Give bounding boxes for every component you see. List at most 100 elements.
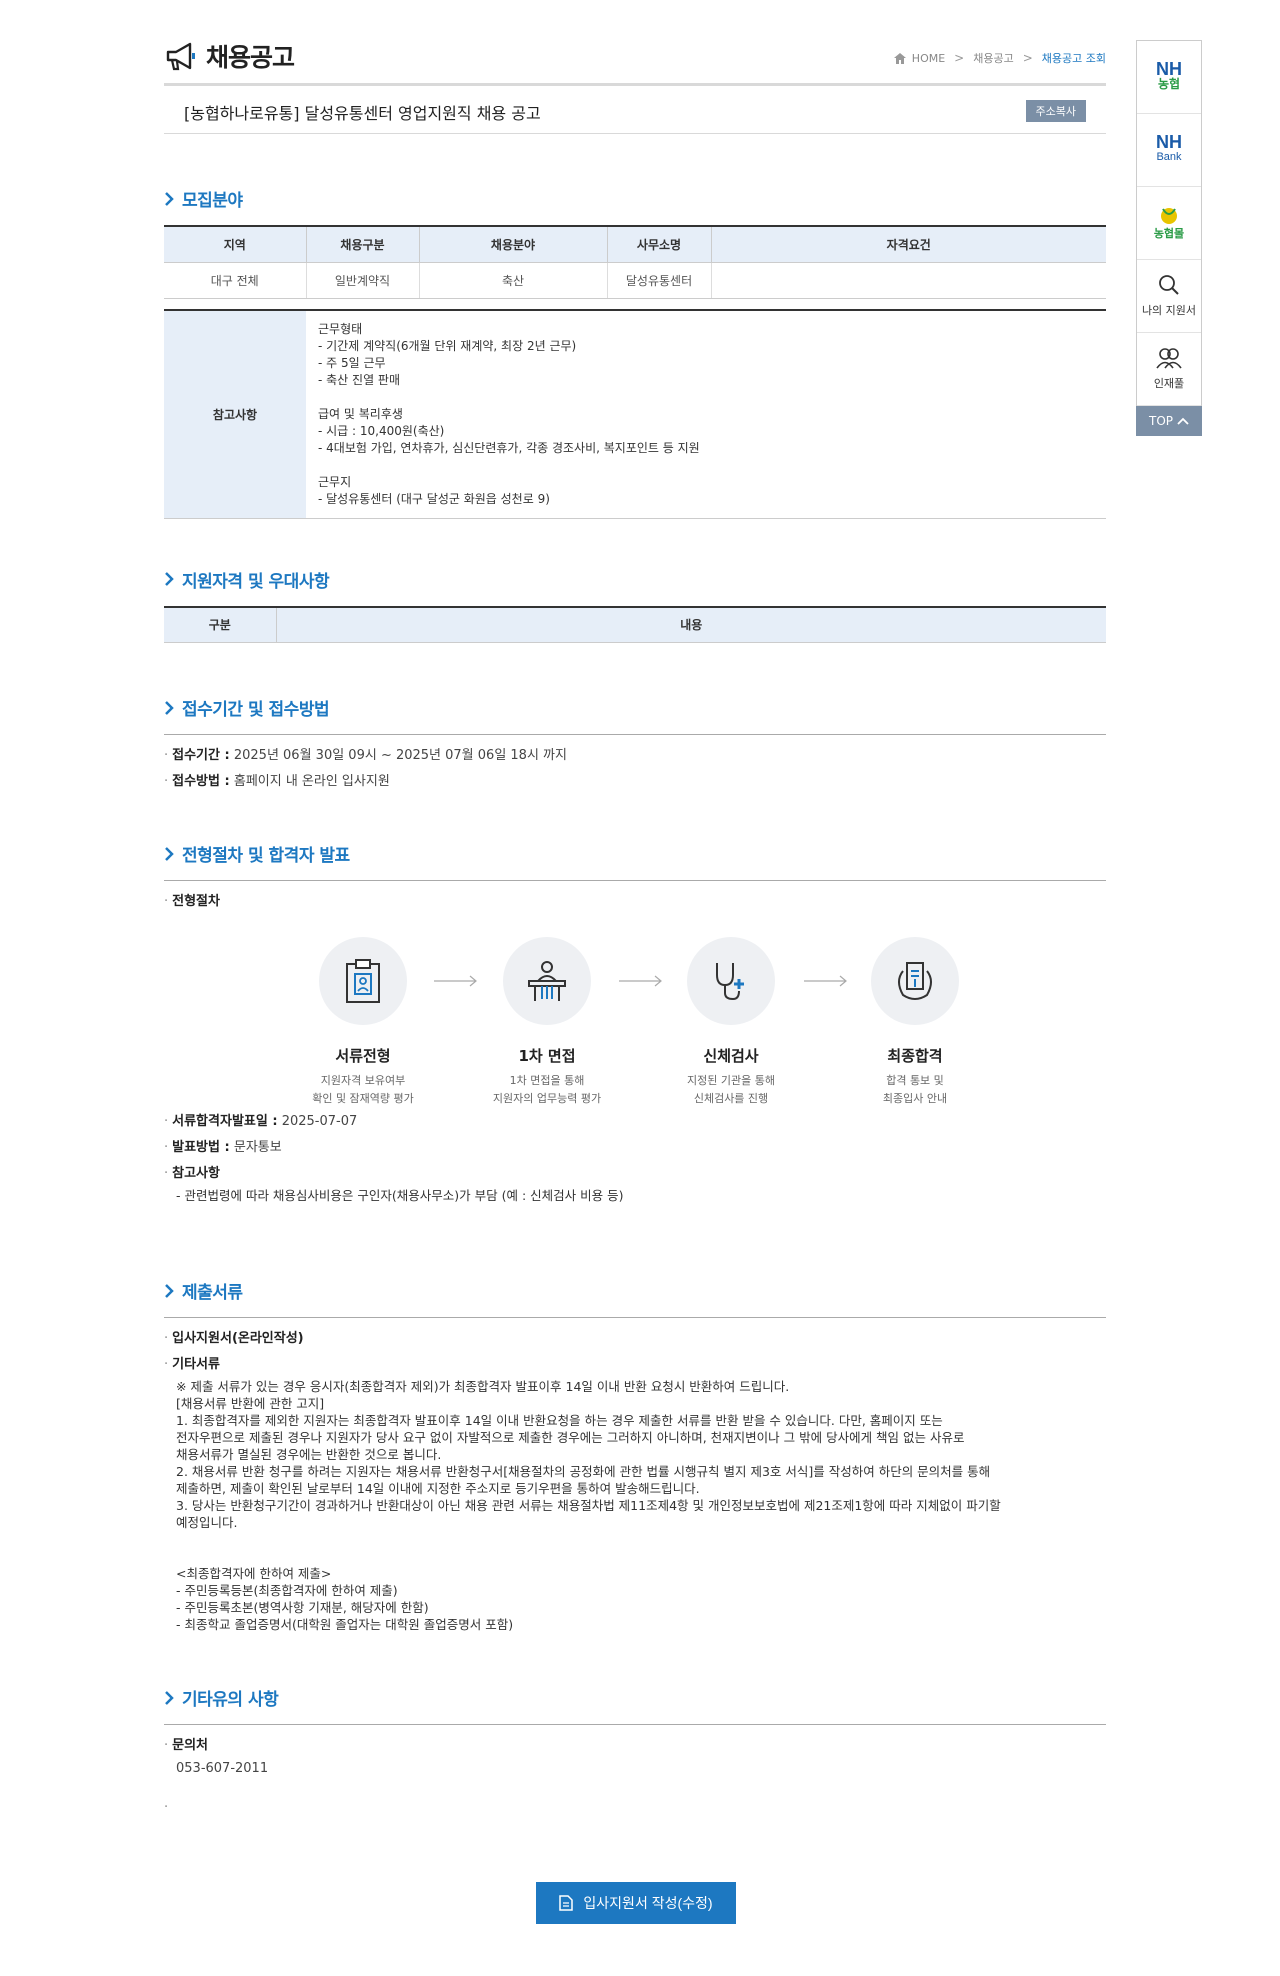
nh-logo-top: NH	[1156, 59, 1182, 79]
quick-talent-pool[interactable]: 인재풀	[1137, 333, 1201, 406]
method-value: 홈페이지 내 온라인 입사지원	[233, 774, 390, 789]
reference-table: 참고사항 근무형태 - 기간제 계약직(6개월 단위 재계약, 최장 2년 근무…	[164, 308, 1106, 519]
main-container: 채용공고 HOME > 채용공고 > 채용공고 조회 [농협하나로유통] 달성유…	[164, 0, 1106, 1821]
page-title: 채용공고	[206, 43, 295, 72]
scroll-top-button[interactable]: TOP	[1136, 406, 1202, 436]
step-name: 1차 면접	[518, 1047, 576, 1065]
divider	[164, 880, 1106, 881]
etc-section: 기타유의 사항 · 문의처 053-607-2011 ·	[164, 1685, 1106, 1821]
section-title-process: 전형절차 및 합격자 발표	[164, 841, 1106, 866]
chevron-right-icon	[165, 1690, 174, 1705]
document-edit-icon	[559, 1895, 574, 1911]
documents-section: 제출서류 · 입사지원서(온라인작성) · 기타서류 ※ 제출 서류가 있는 경우 …	[164, 1278, 1106, 1633]
section-title-recruit: 모집분야	[164, 186, 1106, 211]
step-circle	[503, 937, 591, 1025]
breadcrumb-current[interactable]: 채용공고 조회	[1042, 50, 1106, 66]
step-name: 신체검사	[703, 1047, 759, 1065]
nh-bank-top: NH	[1156, 132, 1182, 152]
notice-title-row: [농협하나로유통] 달성유통센터 영업지원직 채용 공고 주소복사	[164, 86, 1106, 134]
page-title-wrap: 채용공고	[164, 38, 295, 74]
contact-value: 053-607-2011	[176, 1761, 269, 1776]
clipboard-icon	[346, 959, 380, 1003]
step-final: 최종합격 합격 통보 및 최종입사 안내	[825, 937, 1005, 1108]
section-title-text: 지원자격 및 우대사항	[182, 571, 330, 592]
col-header: 채용구분	[305, 225, 419, 263]
nh-bank-bottom: Bank	[1156, 151, 1182, 163]
announce-method-label: 발표방법 :	[172, 1140, 230, 1155]
col-header: 내용	[275, 605, 1106, 643]
my-application-label: 나의 지원서	[1141, 304, 1197, 317]
document-item-text: 입사지원서(온라인작성)	[172, 1331, 304, 1346]
quick-my-application[interactable]: 나의 지원서	[1137, 260, 1201, 333]
process-sub-label: · 전형절차	[164, 894, 220, 909]
period-info: · 접수기간 : 2025년 06월 30일 09시 ~ 2025년 07월 06…	[164, 743, 1106, 795]
step-circle	[871, 937, 959, 1025]
announce-info: · 서류합격자발표일 : 2025-07-07 · 발표방법 : 문자통보 · 참고사…	[164, 1109, 1106, 1204]
apply-form-label: 입사지원서 작성(수정)	[583, 1895, 713, 1911]
chevron-right-icon: >	[954, 51, 965, 65]
contact-label: 문의처	[172, 1738, 209, 1753]
quick-nh-nonghyup[interactable]: NH 농협	[1137, 41, 1201, 114]
top-label: TOP	[1148, 414, 1173, 428]
note-label: 참고사항	[172, 1166, 220, 1181]
step-desc: 1차 면접을 통해 지원자의 업무능력 평가	[492, 1074, 602, 1105]
search-icon	[1159, 275, 1179, 295]
recruit-section: 모집분야 지역 채용구분 채용분야 사무소명 자격요건 대구 전체 일반계약직 …	[164, 186, 1106, 519]
method-line: · 접수방법 : 홈페이지 내 온라인 입사지원	[164, 774, 390, 789]
step-name: 서류전형	[335, 1047, 391, 1065]
announce-label: 서류합격자발표일 :	[172, 1114, 278, 1129]
process-steps: 서류전형 지원자격 보유여부 확인 및 잠재역량 평가 1차 면접 1차 면접을…	[164, 937, 1106, 1105]
section-title-text: 접수기간 및 접수방법	[182, 700, 330, 720]
breadcrumb-recruit[interactable]: 채용공고	[973, 50, 1013, 66]
table-cell	[710, 262, 1106, 299]
laurel-certificate-icon	[898, 962, 932, 1000]
step-circle	[687, 937, 775, 1025]
table-cell: 대구 전체	[164, 262, 306, 299]
recruit-table: 지역 채용구분 채용분야 사무소명 자격요건 대구 전체 일반계약직 축산 달성…	[164, 225, 1106, 299]
step-name: 최종합격	[887, 1047, 943, 1065]
qualification-table: 구분 내용	[164, 605, 1106, 643]
period-value: 2025년 06월 30일 09시 ~ 2025년 07월 06일 18시 까지	[233, 748, 567, 763]
col-header: 채용분야	[418, 225, 607, 263]
empty-bullet: ·	[164, 1800, 169, 1815]
step-desc: 합격 통보 및 최종입사 안내	[882, 1074, 948, 1105]
stethoscope-icon	[716, 963, 744, 1001]
nh-nonghyup-logo: NH 농협	[1156, 59, 1182, 92]
document-item: · 기타서류	[164, 1357, 220, 1372]
divider	[164, 1724, 1106, 1725]
col-header: 자격요건	[710, 225, 1106, 263]
chevron-right-icon: >	[1022, 51, 1033, 65]
chevron-right-icon	[165, 700, 174, 715]
announce-method-value: 문자통보	[233, 1140, 282, 1155]
col-header: 지역	[164, 225, 306, 263]
step-medical: 신체검사 지정된 기관을 통해 신체검사를 진행	[641, 937, 821, 1108]
step-document: 서류전형 지원자격 보유여부 확인 및 잠재역량 평가	[273, 937, 453, 1108]
quick-nh-bank[interactable]: NH Bank	[1137, 114, 1201, 187]
home-icon[interactable]	[893, 52, 906, 64]
step-desc: 지원자격 보유여부 확인 및 잠재역량 평가	[312, 1074, 414, 1105]
megaphone-icon	[166, 42, 195, 71]
period-label: 접수기간 :	[172, 748, 230, 763]
document-item-text: 기타서류	[172, 1357, 220, 1372]
announce-line: · 서류합격자발표일 : 2025-07-07	[164, 1114, 358, 1129]
chevron-right-icon	[165, 1283, 174, 1298]
quick-nh-mall[interactable]: 농협몰	[1137, 187, 1201, 260]
step-desc: 지정된 기관을 통해 신체검사를 진행	[687, 1074, 775, 1105]
announce-method-line: · 발표방법 : 문자통보	[164, 1140, 282, 1155]
col-header: 구분	[164, 605, 276, 643]
note-value: - 관련법령에 따라 채용심사비용은 구인자(채용사무소)가 부담 (예 : 신…	[176, 1188, 624, 1203]
table-cell: 축산	[418, 262, 607, 299]
period-section: 접수기간 및 접수방법 · 접수기간 : 2025년 06월 30일 09시 ~ …	[164, 695, 1106, 795]
section-title-period: 접수기간 및 접수방법	[164, 695, 1106, 720]
breadcrumb-home[interactable]: HOME	[912, 52, 945, 65]
section-title-text: 모집분야	[182, 191, 243, 211]
contact-line: · 문의처	[164, 1738, 209, 1753]
chevron-right-icon	[165, 846, 174, 861]
col-header: 사무소명	[606, 225, 711, 263]
copy-address-button[interactable]: 주소복사	[1025, 100, 1086, 122]
page-header: 채용공고 HOME > 채용공고 > 채용공고 조회	[164, 0, 1106, 86]
qualification-section: 지원자격 및 우대사항 구분 내용	[164, 567, 1106, 643]
notice-title: [농협하나로유통] 달성유통센터 영업지원직 채용 공고	[184, 104, 541, 123]
section-title-qualification: 지원자격 및 우대사항	[164, 567, 1106, 592]
apply-form-button[interactable]: 입사지원서 작성(수정)	[536, 1882, 736, 1924]
